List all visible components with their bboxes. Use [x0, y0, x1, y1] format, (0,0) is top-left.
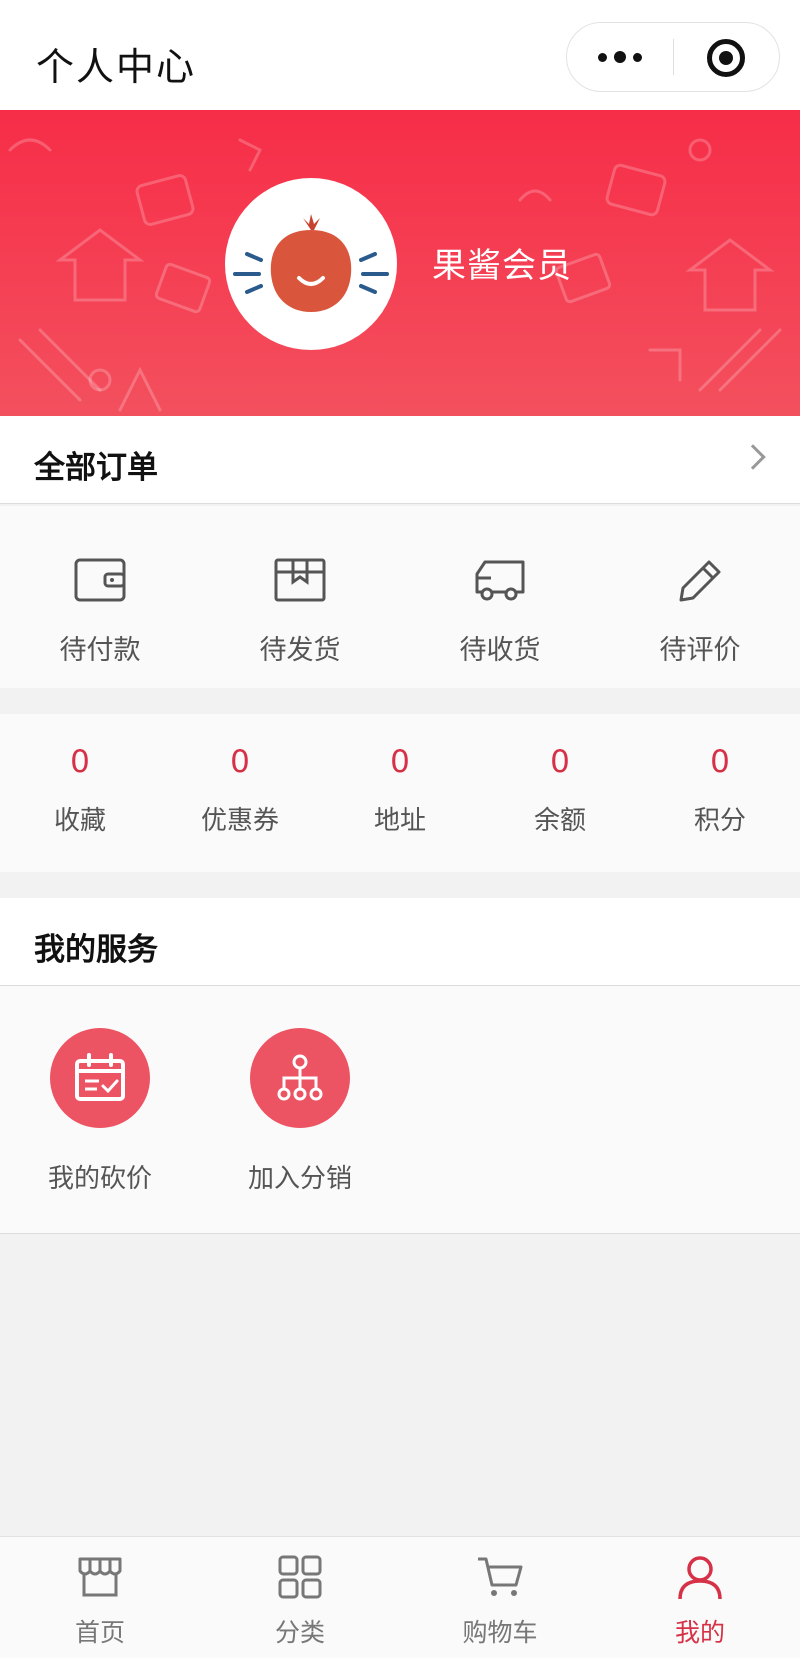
truck-icon	[475, 560, 525, 601]
profile-banner: 果酱会员	[0, 110, 800, 416]
order-pending-review[interactable]: 待评价	[600, 506, 800, 688]
member-name: 果酱会员	[432, 246, 572, 286]
tab-label: 购物车	[462, 1618, 538, 1647]
account-stats-row: 0 收藏 0 优惠券 0 地址 0 余额 0 积分	[0, 714, 800, 872]
stat-label: 优惠券	[200, 806, 279, 836]
chevron-right-icon	[740, 444, 766, 470]
service-icon-circle	[250, 1028, 350, 1128]
tab-label: 分类	[274, 1618, 325, 1647]
stat-points[interactable]: 0 积分	[640, 714, 800, 872]
avatar[interactable]	[225, 178, 397, 350]
stat-favorites[interactable]: 0 收藏	[0, 714, 160, 872]
stat-value: 0	[710, 744, 730, 780]
order-label: 待付款	[59, 635, 141, 666]
stat-coupons[interactable]: 0 优惠券	[160, 714, 320, 872]
service-label: 我的砍价	[47, 1164, 152, 1194]
tab-home[interactable]: 首页	[0, 1537, 200, 1658]
pomegranate-icon	[233, 214, 389, 312]
services-grid: 我的砍价 加入分销	[0, 986, 800, 1234]
tab-mine[interactable]: 我的	[600, 1537, 800, 1658]
order-label: 待发货	[259, 635, 341, 666]
service-label: 加入分销	[247, 1164, 352, 1194]
stat-label: 收藏	[53, 806, 106, 836]
wallet-icon	[74, 558, 126, 602]
stat-balance[interactable]: 0 余额	[480, 714, 640, 872]
tab-label: 我的	[674, 1618, 725, 1647]
grid-icon	[278, 1555, 322, 1599]
capsule-divider	[673, 39, 674, 75]
service-bargain[interactable]: 我的砍价	[0, 986, 200, 1234]
stat-label: 地址	[373, 806, 426, 836]
store-icon	[78, 1557, 122, 1597]
services-title: 我的服务	[34, 932, 158, 968]
order-status-row: 待付款 待发货 待收货 待评价	[0, 506, 800, 688]
profile-page: 个人中心 果酱会员 全部订单 待付款 待发货 待收货 待评价 0 收藏 0 优惠…	[0, 0, 800, 1658]
user-icon	[678, 1556, 722, 1600]
all-orders-label: 全部订单	[34, 450, 158, 486]
tab-label: 首页	[74, 1618, 125, 1647]
pencil-icon	[679, 560, 721, 602]
stat-value: 0	[550, 744, 570, 780]
more-dots-icon[interactable]	[567, 23, 673, 91]
title-bar: 个人中心	[0, 0, 800, 110]
order-label: 待收货	[459, 635, 541, 666]
calendar-check-icon	[75, 1053, 125, 1101]
target-close-icon[interactable]	[707, 39, 745, 77]
tab-category[interactable]: 分类	[200, 1537, 400, 1658]
box-icon	[274, 558, 326, 602]
order-pending-receipt[interactable]: 待收货	[400, 506, 600, 688]
tab-cart[interactable]: 购物车	[400, 1537, 600, 1658]
bottom-tab-bar: 首页 分类 购物车 我的	[0, 1536, 800, 1658]
cart-icon	[478, 1557, 523, 1596]
stat-label: 积分	[693, 806, 746, 836]
mini-program-capsule	[566, 22, 780, 92]
service-icon-circle	[50, 1028, 150, 1128]
stat-address[interactable]: 0 地址	[320, 714, 480, 872]
banner-pattern-icon	[8, 138, 782, 412]
page-title: 个人中心	[36, 45, 197, 89]
order-pending-shipment[interactable]: 待发货	[200, 506, 400, 688]
service-distribution[interactable]: 加入分销	[200, 986, 400, 1234]
stat-label: 余额	[533, 806, 586, 836]
stat-value: 0	[230, 744, 250, 780]
all-orders-row[interactable]: 全部订单	[0, 416, 800, 504]
my-services-header: 我的服务	[0, 898, 800, 986]
network-icon	[277, 1054, 323, 1101]
stat-value: 0	[70, 744, 90, 780]
order-pending-payment[interactable]: 待付款	[0, 506, 200, 688]
stat-value: 0	[390, 744, 410, 780]
order-label: 待评价	[659, 635, 741, 666]
